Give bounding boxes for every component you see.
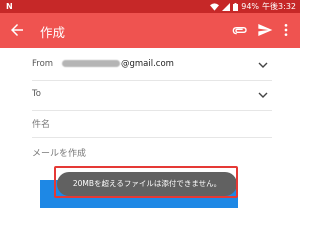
clock: 午後3:32 [262, 2, 296, 11]
annotation-highlight-box [54, 166, 238, 198]
to-label: To [32, 89, 41, 99]
more-vert-icon[interactable] [281, 22, 291, 38]
redacted-username [62, 60, 120, 67]
battery-icon [233, 2, 239, 11]
from-domain: @gmail.com [121, 59, 174, 69]
to-row[interactable]: To [32, 82, 272, 111]
attach-icon[interactable] [232, 23, 248, 39]
status-indicators: 94% 午後3:32 [210, 1, 296, 12]
subject-placeholder: 件名 [32, 120, 51, 130]
app-bar: 作成 [0, 13, 300, 48]
battery-percent: 94% [241, 2, 260, 11]
page-title: 作成 [40, 25, 66, 40]
from-label: From [32, 59, 54, 69]
subject-field[interactable]: 件名 [32, 109, 272, 138]
from-row[interactable]: From @gmail.com [32, 52, 272, 81]
chevron-down-icon[interactable] [258, 61, 268, 69]
wifi-icon [210, 2, 220, 11]
notification-n-icon: N [6, 2, 13, 11]
status-bar: N 94% 午後3:32 [0, 0, 300, 13]
back-arrow-icon[interactable] [8, 21, 26, 39]
send-icon[interactable] [257, 22, 273, 38]
compose-body-input[interactable]: メールを作成 [32, 146, 86, 159]
from-account[interactable]: @gmail.com [62, 59, 174, 69]
signal-icon [222, 2, 231, 11]
chevron-down-icon[interactable] [258, 91, 268, 99]
